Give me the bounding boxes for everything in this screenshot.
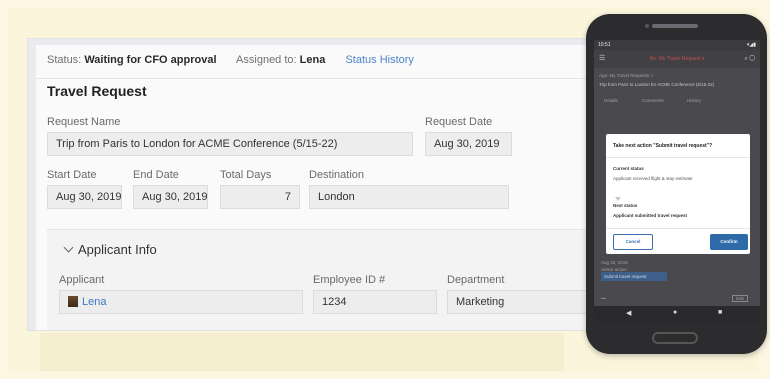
back-icon[interactable]: ◀	[626, 309, 631, 317]
status-history-link[interactable]: Status History	[345, 54, 413, 66]
phone-submit-button[interactable]: Submit travel request	[601, 272, 667, 281]
applicant-link[interactable]: Lena	[82, 296, 106, 308]
next-status-label: Next status	[613, 203, 638, 208]
phone-bg-date: Aug 30, 2019	[601, 260, 628, 265]
applicant-info-toggle[interactable]: Applicant Info	[63, 242, 157, 257]
request-date-field[interactable]: Aug 30, 2019	[425, 132, 512, 156]
department-field[interactable]: Marketing	[447, 290, 597, 314]
divider	[606, 157, 750, 158]
avatar	[68, 296, 78, 307]
background-strip	[40, 333, 564, 371]
applicant-field[interactable]: Lena	[59, 290, 303, 314]
phone-edit-button[interactable]: Edit	[732, 295, 748, 302]
status-value: Waiting for CFO approval	[84, 54, 217, 66]
status-bar: Status: Waiting for CFO approval Assigne…	[47, 54, 414, 66]
phone-home-button	[652, 332, 698, 344]
phone-tab-details[interactable]: Details	[604, 98, 618, 103]
applicant-info-section: Applicant Info Applicant Lena Employee I…	[47, 229, 599, 330]
request-date-label: Request Date	[425, 116, 493, 128]
chevron-down-icon	[63, 242, 74, 253]
current-status-value: Applicant received flight & stay estimat…	[613, 176, 693, 181]
section-heading: Applicant Info	[78, 242, 157, 257]
current-status-label: Current status	[613, 166, 644, 171]
start-date-label: Start Date	[47, 169, 97, 181]
phone-status-bar: 10:51 ▾◢▮	[594, 40, 760, 50]
request-name-label: Request Name	[47, 116, 121, 128]
phone-tab-comments[interactable]: Comments	[642, 98, 664, 103]
applicant-label: Applicant	[59, 274, 105, 286]
phone-app-title[interactable]: Re: My Travel Request ▾	[650, 56, 705, 62]
confirm-dialog: Take next action "Submit travel request"…	[606, 134, 750, 254]
signal-icon: ▾◢▮	[746, 42, 756, 48]
phone-nav-bar: ◀ ● ■	[594, 306, 760, 322]
phone-mockup: 10:51 ▾◢▮ ☰ Re: My Travel Request ▾ ⌕ ◯ …	[586, 14, 767, 354]
phone-time: 10:51	[598, 42, 611, 48]
assigned-label: Assigned to:	[236, 54, 297, 66]
request-name-field[interactable]: Trip from Paris to London for ACME Confe…	[47, 132, 413, 156]
total-days-label: Total Days	[220, 169, 272, 181]
phone-screen: 10:51 ▾◢▮ ☰ Re: My Travel Request ▾ ⌕ ◯ …	[594, 40, 760, 322]
divider	[606, 228, 750, 229]
end-date-field[interactable]: Aug 30, 2019	[133, 185, 208, 209]
destination-label: Destination	[309, 169, 365, 181]
start-date-field[interactable]: Aug 30, 2019	[47, 185, 122, 209]
end-date-label: End Date	[133, 169, 179, 181]
divider	[36, 78, 599, 79]
page-title: Travel Request	[47, 83, 147, 99]
more-icon[interactable]: •••	[601, 296, 606, 301]
recent-apps-icon[interactable]: ■	[718, 309, 722, 316]
phone-app-bar: ☰ Re: My Travel Request ▾ ⌕ ◯	[594, 50, 760, 68]
dialog-title: Take next action "Submit travel request"…	[613, 143, 713, 149]
camera-icon	[645, 24, 649, 28]
department-label: Department	[447, 274, 505, 286]
total-days-field[interactable]: 7	[220, 185, 300, 209]
travel-request-form: Status: Waiting for CFO approval Assigne…	[27, 38, 600, 331]
phone-record-title: Trip from Paris to London for ACME Confe…	[599, 82, 715, 87]
assigned-value: Lena	[299, 54, 326, 66]
menu-icon[interactable]: ☰	[599, 50, 605, 68]
confirm-button[interactable]: Confirm	[710, 234, 748, 250]
employee-id-label: Employee ID #	[313, 274, 386, 286]
employee-id-field[interactable]: 1234	[313, 290, 437, 314]
status-label: Status:	[47, 54, 82, 66]
search-icon[interactable]: ⌕ ◯	[744, 50, 755, 68]
cancel-button[interactable]: Cancel	[613, 234, 653, 250]
phone-tab-history[interactable]: History	[687, 98, 701, 103]
home-icon[interactable]: ●	[673, 309, 677, 316]
destination-field[interactable]: London	[309, 185, 509, 209]
arrow-down-icon	[615, 197, 621, 201]
phone-breadcrumb[interactable]: App: My Travel Requests >	[599, 73, 653, 78]
next-status-value: Applicant submitted travel request	[613, 213, 688, 218]
speaker-grille	[652, 24, 698, 28]
form-body: Status: Waiting for CFO approval Assigne…	[36, 45, 599, 330]
